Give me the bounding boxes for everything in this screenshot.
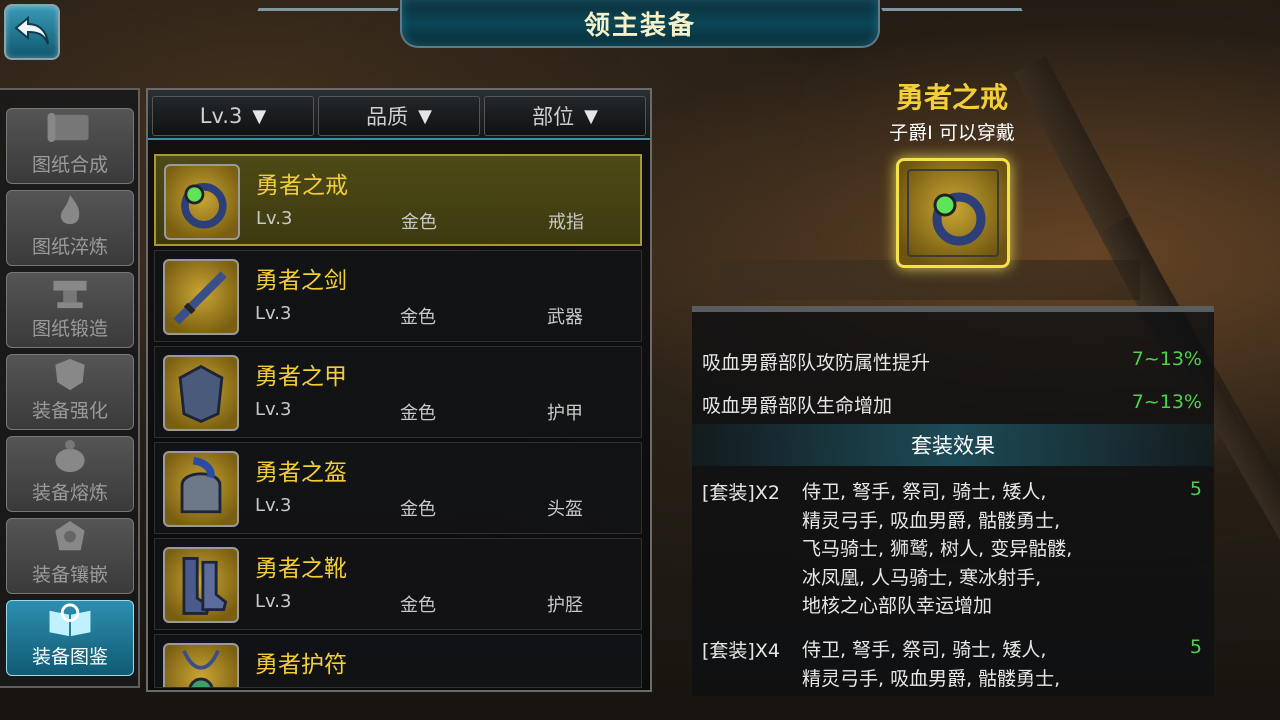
sidebar-item-blueprint-forge[interactable]: 图纸锻造 — [6, 272, 134, 348]
item-level: Lv.3 — [255, 591, 292, 612]
sidebar-item-blueprint-refine[interactable]: 图纸淬炼 — [6, 190, 134, 266]
amulet-icon — [163, 643, 239, 687]
detail-requirement: 子爵I 可以穿戴 — [889, 122, 1015, 144]
sidebar-item-label: 装备镶嵌 — [31, 564, 108, 586]
list-item[interactable]: 勇者之靴 Lv.3 金色 护胫 — [154, 538, 642, 630]
ring-icon — [164, 164, 240, 240]
set-bonus-line: 飞马骑士, 狮鹫, 树人, 变异骷髅, — [802, 538, 1073, 560]
item-slot: 戒指 — [548, 212, 584, 233]
sidebar-item-equip-smelt[interactable]: 装备熔炼 — [6, 436, 134, 512]
anvil-icon — [53, 280, 87, 309]
set-bonus-value: 5 — [1189, 478, 1202, 500]
armor-upgrade-icon — [55, 358, 85, 391]
detail-item-name: 勇者之戒 — [895, 81, 1008, 114]
attribute-panel: 吸血男爵部队攻防属性提升 7~13% 吸血男爵部队生命增加 7~13% 套装效果… — [692, 306, 1214, 696]
item-quality: 金色 — [400, 403, 436, 424]
dropdown-arrow-icon: ▼ — [584, 105, 598, 127]
attribute-row: 吸血男爵部队生命增加 7~13% — [702, 391, 1202, 421]
set-bonus-tag: [套装]X4 — [702, 640, 780, 662]
quality-filter-label: 品质 — [366, 105, 409, 129]
set-bonus-text: 侍卫, 弩手, 祭司, 骑士, 矮人, 精灵弓手, 吸血男爵, 骷髅勇士, — [802, 636, 1132, 693]
sidebar-item-equip-upgrade[interactable]: 装备强化 — [6, 354, 134, 430]
slot-filter-dropdown[interactable]: 部位 ▼ — [484, 96, 646, 136]
set-bonus: [套装]X2 侍卫, 弩手, 祭司, 骑士, 矮人, 精灵弓手, 吸血男爵, 骷… — [702, 478, 1202, 628]
set-effect-header: 套装效果 — [692, 424, 1214, 466]
catalog-book-icon — [49, 603, 91, 637]
set-bonus-line: 精灵弓手, 吸血男爵, 骷髅勇士, — [802, 667, 1061, 690]
level-filter-label: Lv.3 — [199, 104, 243, 128]
item-name: 勇者之甲 — [255, 364, 347, 390]
flame-icon — [60, 194, 80, 225]
dropdown-arrow-icon: ▼ — [418, 105, 432, 127]
sidebar-item-label: 装备图鉴 — [31, 646, 108, 668]
list-item[interactable]: 勇者之戒 Lv.3 金色 戒指 — [154, 154, 642, 246]
item-quality: 金色 — [401, 212, 437, 233]
set-bonus-line: 冰凤凰, 人马骑士, 寒冰射手, — [802, 566, 1042, 589]
filter-bar: Lv.3 ▼ 品质 ▼ 部位 ▼ — [148, 90, 650, 140]
item-level: Lv.3 — [256, 208, 293, 229]
scroll-icon — [47, 112, 89, 143]
set-bonus-line: 侍卫, 弩手, 祭司, 骑士, 矮人, — [802, 481, 1047, 503]
list-item[interactable]: 勇者之盔 Lv.3 金色 头盔 — [154, 442, 642, 534]
equipment-list-panel: Lv.3 ▼ 品质 ▼ 部位 ▼ 勇者之戒 Lv.3 金色 戒指 勇者之剑 Lv… — [146, 88, 652, 692]
item-quality: 金色 — [400, 595, 436, 616]
sidebar-item-equip-inlay[interactable]: 装备镶嵌 — [6, 518, 134, 594]
item-slot: 头盔 — [547, 499, 583, 520]
cauldron-icon — [55, 439, 85, 473]
sidebar-item-blueprint-compose[interactable]: 图纸合成 — [6, 108, 134, 184]
back-button[interactable] — [4, 4, 60, 60]
title-banner: 领主装备 — [400, 0, 880, 48]
item-slot: 护甲 — [547, 403, 583, 424]
item-name: 勇者之剑 — [255, 268, 347, 294]
set-bonus-text: 侍卫, 弩手, 祭司, 骑士, 矮人, 精灵弓手, 吸血男爵, 骷髅勇士, 飞马… — [802, 478, 1132, 621]
sidebar-item-equip-catalog[interactable]: 装备图鉴 — [6, 600, 134, 676]
item-level: Lv.3 — [255, 399, 292, 420]
set-effect-title: 套装效果 — [911, 434, 995, 458]
set-bonus-line: 地核之心部队幸运增加 — [802, 595, 993, 617]
attribute-value: 7~13% — [1131, 348, 1202, 370]
sidebar-item-label: 装备熔炼 — [31, 482, 108, 504]
attribute-label: 吸血男爵部队攻防属性提升 — [702, 352, 931, 374]
set-bonus-value: 5 — [1189, 636, 1202, 658]
item-name: 勇者护符 — [255, 652, 347, 678]
item-level: Lv.3 — [255, 303, 292, 324]
list-item[interactable]: 勇者护符 — [154, 634, 642, 688]
level-filter-dropdown[interactable]: Lv.3 ▼ — [152, 96, 314, 136]
sword-icon — [163, 259, 239, 335]
item-slot: 护胫 — [547, 595, 583, 616]
attribute-row: 吸血男爵部队攻防属性提升 7~13% — [702, 348, 1202, 378]
quality-filter-dropdown[interactable]: 品质 ▼ — [318, 96, 480, 136]
item-quality: 金色 — [400, 499, 436, 520]
set-bonus: [套装]X4 侍卫, 弩手, 祭司, 骑士, 矮人, 精灵弓手, 吸血男爵, 骷… — [702, 636, 1202, 694]
item-quality: 金色 — [400, 307, 436, 328]
gem-socket-icon — [55, 520, 85, 551]
helmet-icon — [163, 451, 239, 527]
item-name: 勇者之靴 — [255, 556, 347, 582]
attribute-value: 7~13% — [1131, 391, 1202, 413]
item-level: Lv.3 — [255, 495, 292, 516]
set-bonus-line: 精灵弓手, 吸血男爵, 骷髅勇士, — [802, 509, 1061, 532]
item-name: 勇者之盔 — [255, 460, 347, 486]
back-arrow-icon — [14, 15, 49, 45]
list-item[interactable]: 勇者之剑 Lv.3 金色 武器 — [154, 250, 642, 342]
dropdown-arrow-icon: ▼ — [252, 105, 267, 127]
page-title: 领主装备 — [583, 10, 696, 41]
sidebar-item-label: 图纸合成 — [31, 154, 108, 176]
item-slot: 武器 — [547, 307, 583, 328]
sidebar-item-label: 图纸锻造 — [31, 318, 108, 340]
slot-filter-label: 部位 — [532, 105, 575, 129]
item-name: 勇者之戒 — [256, 173, 348, 199]
sidebar-item-label: 装备强化 — [31, 400, 108, 422]
set-bonus-tag: [套装]X2 — [702, 482, 780, 504]
list-item[interactable]: 勇者之甲 Lv.3 金色 护甲 — [154, 346, 642, 438]
armor-icon — [163, 355, 239, 431]
ring-icon — [896, 158, 1010, 268]
sidebar-item-label: 图纸淬炼 — [31, 236, 108, 258]
set-bonus-line: 侍卫, 弩手, 祭司, 骑士, 矮人, — [802, 639, 1047, 661]
sidebar: 图纸合成 图纸淬炼 图纸锻造 装备强化 装备熔炼 装备镶嵌 装备图鉴 — [0, 88, 140, 688]
boots-icon — [163, 547, 239, 623]
detail-icon-frame — [907, 169, 999, 257]
attribute-label: 吸血男爵部队生命增加 — [702, 395, 893, 417]
